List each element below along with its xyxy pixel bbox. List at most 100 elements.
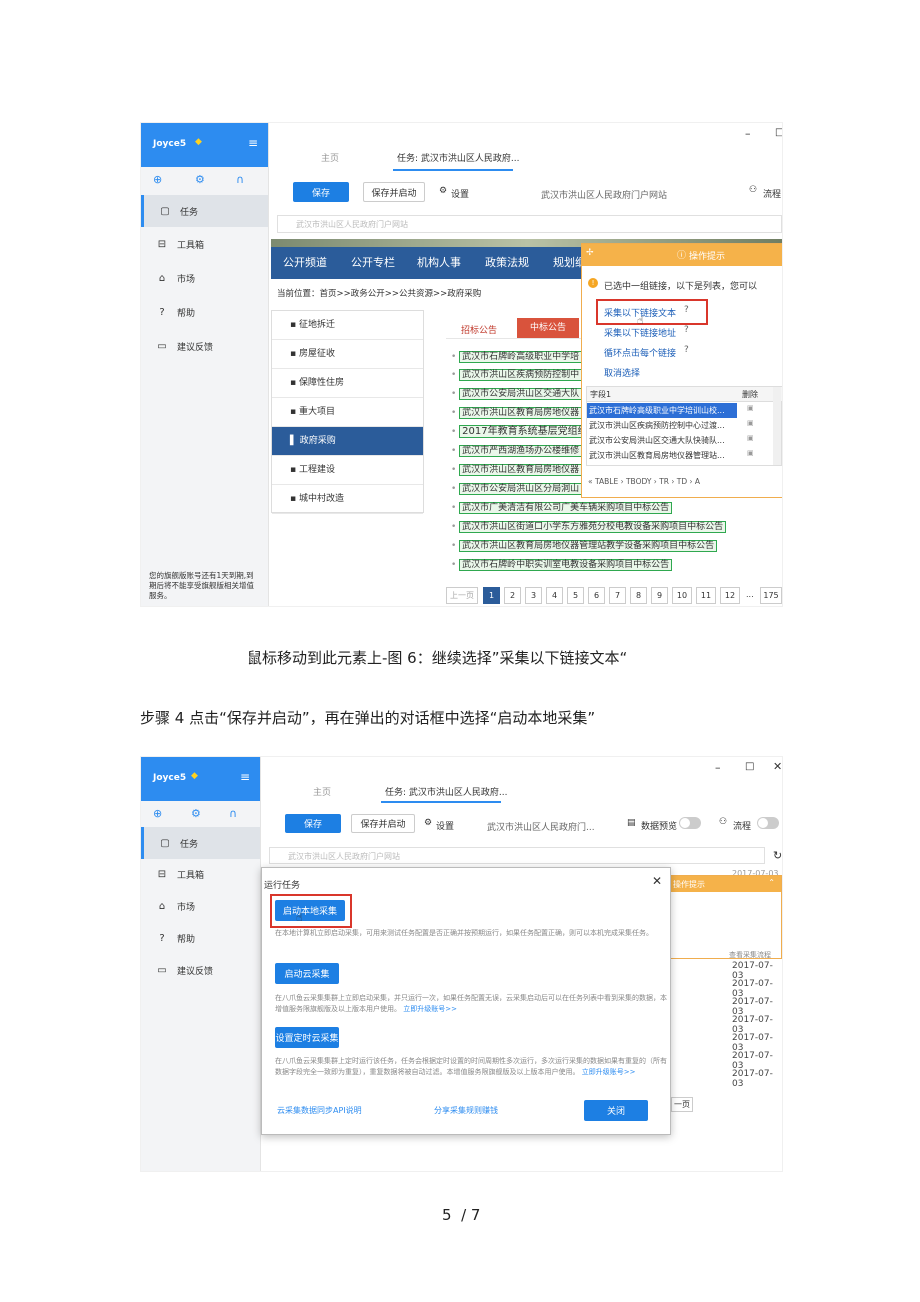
page-button[interactable]: 12	[720, 587, 740, 604]
flow-icon[interactable]: ⚇	[749, 185, 757, 195]
bg-page-button[interactable]: 一页	[671, 1097, 693, 1112]
page-button[interactable]: 9	[651, 587, 668, 604]
start-local-button[interactable]: 启动本地采集	[275, 900, 345, 921]
list-item[interactable]: • 武汉市洪山区街道口小学东方雅苑分校电教设备采购项目中标公告	[451, 519, 727, 535]
table-row[interactable]: 武汉市石牌岭高级职业中学培训山校...	[587, 403, 737, 418]
close-icon[interactable]: ✕	[773, 760, 782, 773]
help-icon[interactable]: ?	[684, 325, 689, 335]
menu-item[interactable]: ▪ 工程建设	[272, 456, 423, 485]
page-button[interactable]: 3	[525, 587, 542, 604]
site-nav-1[interactable]: 公开专栏	[351, 247, 395, 279]
option-collect-url[interactable]: 采集以下链接地址	[604, 326, 676, 339]
list-item[interactable]: • 武汉市公安局洪山区分局洞山	[451, 481, 583, 497]
gear-icon[interactable]: ⚙	[191, 807, 201, 820]
site-nav-2[interactable]: 机构人事	[417, 247, 461, 279]
help-icon[interactable]: ?	[684, 345, 689, 355]
delete-icon[interactable]: ▣	[747, 404, 754, 412]
list-item[interactable]: • 武汉市严西湖渔场办公楼维修	[451, 443, 583, 459]
nav-help[interactable]: ? 帮助	[141, 297, 268, 327]
maximize-icon[interactable]: □	[745, 761, 754, 772]
dialog-close-icon[interactable]: ✕	[652, 874, 662, 888]
menu-item[interactable]: ▪ 城中村改造	[272, 485, 423, 514]
nav-feedback[interactable]: ▭ 建议反馈	[141, 331, 268, 361]
refresh-icon[interactable]: ↻	[773, 849, 782, 862]
list-item[interactable]: • 武汉市洪山区教育局房地仪器管理站教学设备采购项目中标公告	[451, 538, 718, 554]
page-prev[interactable]: 上一页	[446, 587, 478, 604]
list-item[interactable]: • 武汉市洪山区教育局房地仪器	[451, 462, 583, 478]
menu-item-active[interactable]: ▌ 政府采购	[272, 427, 423, 456]
nav-feedback[interactable]: ▭ 建议反馈	[141, 955, 260, 985]
nav-help[interactable]: ? 帮助	[141, 923, 260, 953]
maximize-icon[interactable]: □	[775, 127, 782, 138]
nav-task[interactable]: ▢ 任务	[141, 827, 260, 859]
page-button[interactable]: 1	[483, 587, 500, 604]
api-link[interactable]: 云采集数据同步API说明	[277, 1105, 362, 1116]
flow-label[interactable]: 流程	[733, 819, 751, 832]
settings-label[interactable]: 设置	[451, 187, 469, 200]
page-button[interactable]: 8	[630, 587, 647, 604]
save-start-button[interactable]: 保存并启动	[351, 814, 415, 833]
menu-item[interactable]: ▪ 征地拆迁	[272, 311, 423, 340]
page-button[interactable]: 2	[504, 587, 521, 604]
url-bar[interactable]: 武汉市洪山区人民政府门户网站	[277, 215, 782, 233]
nav-toolbox[interactable]: ⊟ 工具箱	[141, 859, 260, 889]
tab-home[interactable]: 主页	[313, 785, 331, 798]
save-button[interactable]: 保存	[293, 182, 349, 202]
url-bar[interactable]: 武汉市洪山区人民政府门户网站	[269, 847, 765, 864]
close-button[interactable]: 关闭	[584, 1100, 648, 1121]
page-button[interactable]: 10	[672, 587, 692, 604]
site-nav-3[interactable]: 政策法规	[485, 247, 529, 279]
tab-home[interactable]: 主页	[321, 151, 339, 164]
schedule-cloud-button[interactable]: 设置定时云采集	[275, 1027, 339, 1048]
table-row[interactable]: 武汉市洪山区教育局房地仪器管理站...	[587, 448, 737, 463]
nav-market[interactable]: ⌂ 市场	[141, 891, 260, 921]
table-row[interactable]: 武汉市公安局洪山区交通大队快骑队...	[587, 433, 737, 448]
settings-icon[interactable]: ⚙	[424, 818, 432, 828]
tab-win-notice[interactable]: 中标公告	[517, 318, 579, 338]
tab-bid-notice[interactable]: 招标公告	[461, 323, 497, 336]
menu-icon[interactable]: ≡	[248, 136, 258, 150]
list-item[interactable]: • 武汉市洪山区教育局房地仪器	[451, 405, 583, 421]
preview-label[interactable]: 数据预览	[641, 819, 677, 832]
delete-icon[interactable]: ▣	[747, 434, 754, 442]
menu-icon[interactable]: ≡	[240, 770, 250, 784]
settings-icon[interactable]: ⚙	[439, 186, 447, 196]
add-icon[interactable]: ⊕	[153, 807, 162, 820]
gear-icon[interactable]: ⚙	[195, 173, 205, 186]
option-cancel[interactable]: 取消选择	[604, 366, 640, 379]
upgrade-link[interactable]: 立即升级账号>>	[403, 1005, 457, 1013]
nav-market[interactable]: ⌂ 市场	[141, 263, 268, 293]
share-link[interactable]: 分享采集规则赚钱	[434, 1105, 498, 1116]
option-loop-click[interactable]: 循环点击每个链接	[604, 346, 676, 359]
list-item[interactable]: • 2017年教育系统基层党组织书	[451, 424, 601, 440]
site-nav-0[interactable]: 公开频道	[283, 247, 327, 279]
delete-icon[interactable]: ▣	[747, 419, 754, 427]
minimize-icon[interactable]: –	[745, 127, 751, 140]
path-back-icon[interactable]: «	[588, 477, 595, 486]
list-item[interactable]: • 武汉市公安局洪山区交通大队	[451, 386, 583, 402]
headset-icon[interactable]: ∩	[236, 173, 244, 186]
collapse-icon[interactable]: ⌃	[768, 878, 775, 887]
menu-item[interactable]: ▪ 保障性住房	[272, 369, 423, 398]
page-last[interactable]: 175	[760, 587, 782, 604]
preview-toggle[interactable]	[679, 817, 701, 829]
scrollbar[interactable]	[773, 387, 781, 465]
start-cloud-button[interactable]: 启动云采集	[275, 963, 339, 984]
tab-task[interactable]: 任务: 武汉市洪山区人民政府...	[397, 151, 519, 164]
list-item[interactable]: • 武汉市洪山区疾病预防控制中	[451, 367, 583, 383]
help-icon[interactable]: ?	[684, 305, 689, 315]
tab-task[interactable]: 任务: 武汉市洪山区人民政府...	[385, 785, 507, 798]
save-start-button[interactable]: 保存并启动	[363, 182, 425, 202]
menu-item[interactable]: ▪ 房屋征收	[272, 340, 423, 369]
list-item[interactable]: • 武汉市石牌岭中职实训室电教设备采购项目中标公告	[451, 557, 673, 573]
nav-toolbox[interactable]: ⊟ 工具箱	[141, 229, 268, 259]
list-item[interactable]: • 武汉市广美清洁有限公司广美车辆采购项目中标公告	[451, 500, 673, 516]
list-item[interactable]: • 武汉市石牌岭高级职业中学培	[451, 349, 583, 365]
flow-icon[interactable]: ⚇	[719, 817, 727, 827]
page-button[interactable]: 11	[696, 587, 716, 604]
save-button[interactable]: 保存	[285, 814, 341, 833]
table-row[interactable]: 武汉市洪山区疾病预防控制中心过渡...	[587, 418, 737, 433]
table-icon[interactable]: ▤	[627, 818, 636, 828]
move-icon[interactable]: ✢	[586, 248, 594, 258]
nav-task[interactable]: ▢ 任务	[141, 195, 268, 227]
